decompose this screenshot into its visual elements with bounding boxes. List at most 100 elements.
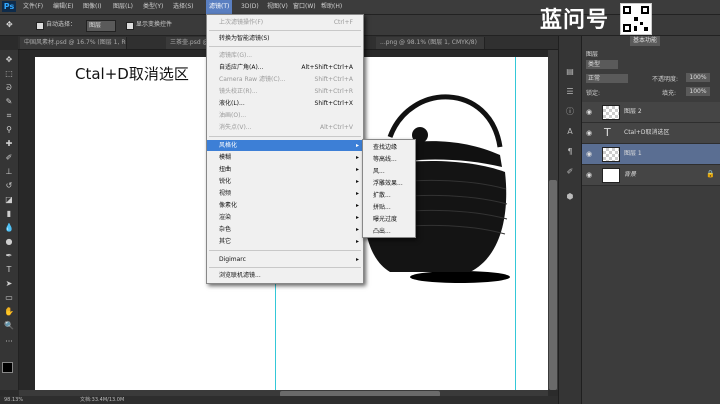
fill-input[interactable]: 100% xyxy=(686,87,710,96)
guide-line xyxy=(515,57,516,390)
menu-item-vanishing-point[interactable]: 消失点(V)... Alt+Ctrl+V xyxy=(207,122,363,133)
marquee-tool-icon[interactable]: ⬚ xyxy=(3,68,15,79)
document-tab[interactable]: 中国风素材.psd @ 16.7% (图层 1, RGB/8) xyxy=(20,37,127,49)
submenu-item-tiles[interactable]: 拼贴... xyxy=(363,202,415,213)
properties-panel-icon[interactable]: ☰ xyxy=(564,86,576,97)
layer-row[interactable]: ◉ T Ctal+D取消选区 xyxy=(582,123,720,144)
submenu-item-wind[interactable]: 风... xyxy=(363,166,415,177)
menu-layer[interactable]: 图层(L) xyxy=(110,0,136,14)
blend-mode-dropdown[interactable]: 正常 xyxy=(586,74,628,83)
layers-panel: 基本功能 图层 类型 正常 不透明度: 100% 锁定: 填充: 100% ◉ … xyxy=(581,36,720,404)
opacity-input[interactable]: 100% xyxy=(686,73,710,82)
type-tool-icon[interactable]: T xyxy=(3,264,15,275)
menu-item-distort[interactable]: 扭曲 ▸ xyxy=(207,164,363,175)
move-tool-icon[interactable]: ✥ xyxy=(3,54,15,65)
submenu-arrow-icon: ▸ xyxy=(355,142,359,149)
layer-row[interactable]: ◉ 背景 🔒 xyxy=(582,165,720,186)
layer-row-selected[interactable]: ◉ 图层 1 xyxy=(582,144,720,165)
lasso-tool-icon[interactable]: ᘐ xyxy=(3,82,15,93)
menu-item-camera-raw[interactable]: Camera Raw 滤镜(C)... Shift+Ctrl+A xyxy=(207,74,363,85)
menu-item-adaptive-wide-angle[interactable]: 自适应广角(A)... Alt+Shift+Ctrl+A xyxy=(207,62,363,73)
menu-item-digimarc[interactable]: Digimarc ▸ xyxy=(207,254,363,265)
submenu-item-find-edges[interactable]: 查找边缘 xyxy=(363,142,415,153)
menu-item-oil-paint[interactable]: 油画(O)... xyxy=(207,110,363,121)
dodge-tool-icon[interactable]: ● xyxy=(3,236,15,247)
menu-item-liquify[interactable]: 液化(L)... Shift+Ctrl+X xyxy=(207,98,363,109)
history-brush-icon[interactable]: ↺ xyxy=(3,180,15,191)
menu-item-last-filter[interactable]: 上次滤镜操作(F) Ctrl+F xyxy=(207,17,363,28)
pen-tool-icon[interactable]: ✒ xyxy=(3,250,15,261)
fill-label: 填充: xyxy=(662,90,677,97)
visibility-eye-icon[interactable]: ◉ xyxy=(586,129,594,137)
vertical-scroll-thumb[interactable] xyxy=(549,180,557,390)
submenu-item-diffuse[interactable]: 扩散... xyxy=(363,190,415,201)
opacity-label: 不透明度: xyxy=(652,76,679,83)
move-tool-icon[interactable]: ✥ xyxy=(6,20,13,30)
menu-view[interactable]: 视图(V) xyxy=(264,0,291,14)
workspace-selector[interactable]: 基本功能 xyxy=(630,36,661,46)
layer-row[interactable]: ◉ 图层 2 xyxy=(582,102,720,123)
crop-tool-icon[interactable]: ⌗ xyxy=(3,110,15,121)
document-size: 文档:33.4M/13.0M xyxy=(80,397,125,403)
menu-item-browse-online[interactable]: 浏览联机滤镜... xyxy=(207,270,363,281)
submenu-item-solarize[interactable]: 曝光过度 xyxy=(363,214,415,225)
menu-edit[interactable]: 编辑(E) xyxy=(50,0,76,14)
auto-select-checkbox[interactable] xyxy=(36,22,44,30)
zoom-tool-icon[interactable]: 🔍 xyxy=(3,320,15,331)
canvas-text-layer[interactable]: Ctal+D取消选区 xyxy=(75,63,189,84)
gradient-tool-icon[interactable]: ▮ xyxy=(3,208,15,219)
menu-select[interactable]: 选择(S) xyxy=(170,0,197,14)
menu-3d[interactable]: 3D(D) xyxy=(238,0,262,14)
shape-tool-icon[interactable]: ▭ xyxy=(3,292,15,303)
character-panel-icon[interactable]: A xyxy=(564,126,576,137)
menu-item-lens-correction[interactable]: 镜头校正(R)... Shift+Ctrl+R xyxy=(207,86,363,97)
brush-tool-icon[interactable]: ✐ xyxy=(3,152,15,163)
paragraph-panel-icon[interactable]: ¶ xyxy=(564,146,576,157)
menu-item-convert-smart-filter[interactable]: 转换为智能滤镜(S) xyxy=(207,33,363,44)
layer-name: 图层 1 xyxy=(624,150,642,157)
menu-item-stylize[interactable]: 风格化 ▸ xyxy=(207,140,363,151)
menu-type[interactable]: 类型(Y) xyxy=(140,0,166,14)
menu-item-sharpen[interactable]: 锐化 ▸ xyxy=(207,176,363,187)
menu-item-pixelate[interactable]: 像素化 ▸ xyxy=(207,200,363,211)
eyedropper-tool-icon[interactable]: ⚲ xyxy=(3,124,15,135)
menu-help[interactable]: 帮助(H) xyxy=(318,0,345,14)
visibility-eye-icon[interactable]: ◉ xyxy=(586,171,594,179)
menu-item-render[interactable]: 渲染 ▸ xyxy=(207,212,363,223)
history-panel-icon[interactable]: ▤ xyxy=(564,66,576,77)
photoshop-logo: Ps xyxy=(2,1,16,12)
menu-image[interactable]: 图像(I) xyxy=(80,0,104,14)
zoom-level[interactable]: 98.13% xyxy=(4,396,23,404)
foreground-color-swatch[interactable] xyxy=(2,362,13,373)
visibility-eye-icon[interactable]: ◉ xyxy=(586,108,594,116)
3d-panel-icon[interactable]: ⬢ xyxy=(564,191,576,202)
menu-file[interactable]: 文件(F) xyxy=(20,0,46,14)
menu-item-other[interactable]: 其它 ▸ xyxy=(207,236,363,247)
info-panel-icon[interactable]: ⓘ xyxy=(564,106,576,117)
path-select-tool-icon[interactable]: ➤ xyxy=(3,278,15,289)
menu-filter[interactable]: 滤镜(T) xyxy=(206,0,233,14)
brush-panel-icon[interactable]: ✐ xyxy=(564,166,576,177)
menu-window[interactable]: 窗口(W) xyxy=(290,0,319,14)
hand-tool-icon[interactable]: ✋ xyxy=(3,306,15,317)
stamp-tool-icon[interactable]: ⊥ xyxy=(3,166,15,177)
more-tools-icon[interactable]: ··· xyxy=(3,336,15,347)
eraser-tool-icon[interactable]: ◪ xyxy=(3,194,15,205)
menu-item-video[interactable]: 视频 ▸ xyxy=(207,188,363,199)
submenu-item-trace-contour[interactable]: 等高线... xyxy=(363,154,415,165)
menu-item-noise[interactable]: 杂色 ▸ xyxy=(207,224,363,235)
auto-select-mode-dropdown[interactable]: 图层 xyxy=(86,20,116,32)
quick-select-tool-icon[interactable]: ✎ xyxy=(3,96,15,107)
visibility-eye-icon[interactable]: ◉ xyxy=(586,150,594,158)
layer-filter-kind[interactable]: 类型 xyxy=(586,60,618,69)
document-tab[interactable]: ...png @ 98.1% (图层 1, CMYK/8) xyxy=(376,37,485,49)
healing-tool-icon[interactable]: ✚ xyxy=(3,138,15,149)
layers-tab[interactable]: 图层 xyxy=(586,49,598,58)
blur-tool-icon[interactable]: 💧 xyxy=(3,222,15,233)
show-transform-checkbox[interactable] xyxy=(126,22,134,30)
lock-icon: 🔒 xyxy=(706,170,715,178)
menu-item-blur[interactable]: 模糊 ▸ xyxy=(207,152,363,163)
submenu-item-extrude[interactable]: 凸出... xyxy=(363,226,415,237)
submenu-item-emboss[interactable]: 浮雕效果... xyxy=(363,178,415,189)
menu-item-filter-gallery[interactable]: 滤镜库(G)... xyxy=(207,50,363,61)
